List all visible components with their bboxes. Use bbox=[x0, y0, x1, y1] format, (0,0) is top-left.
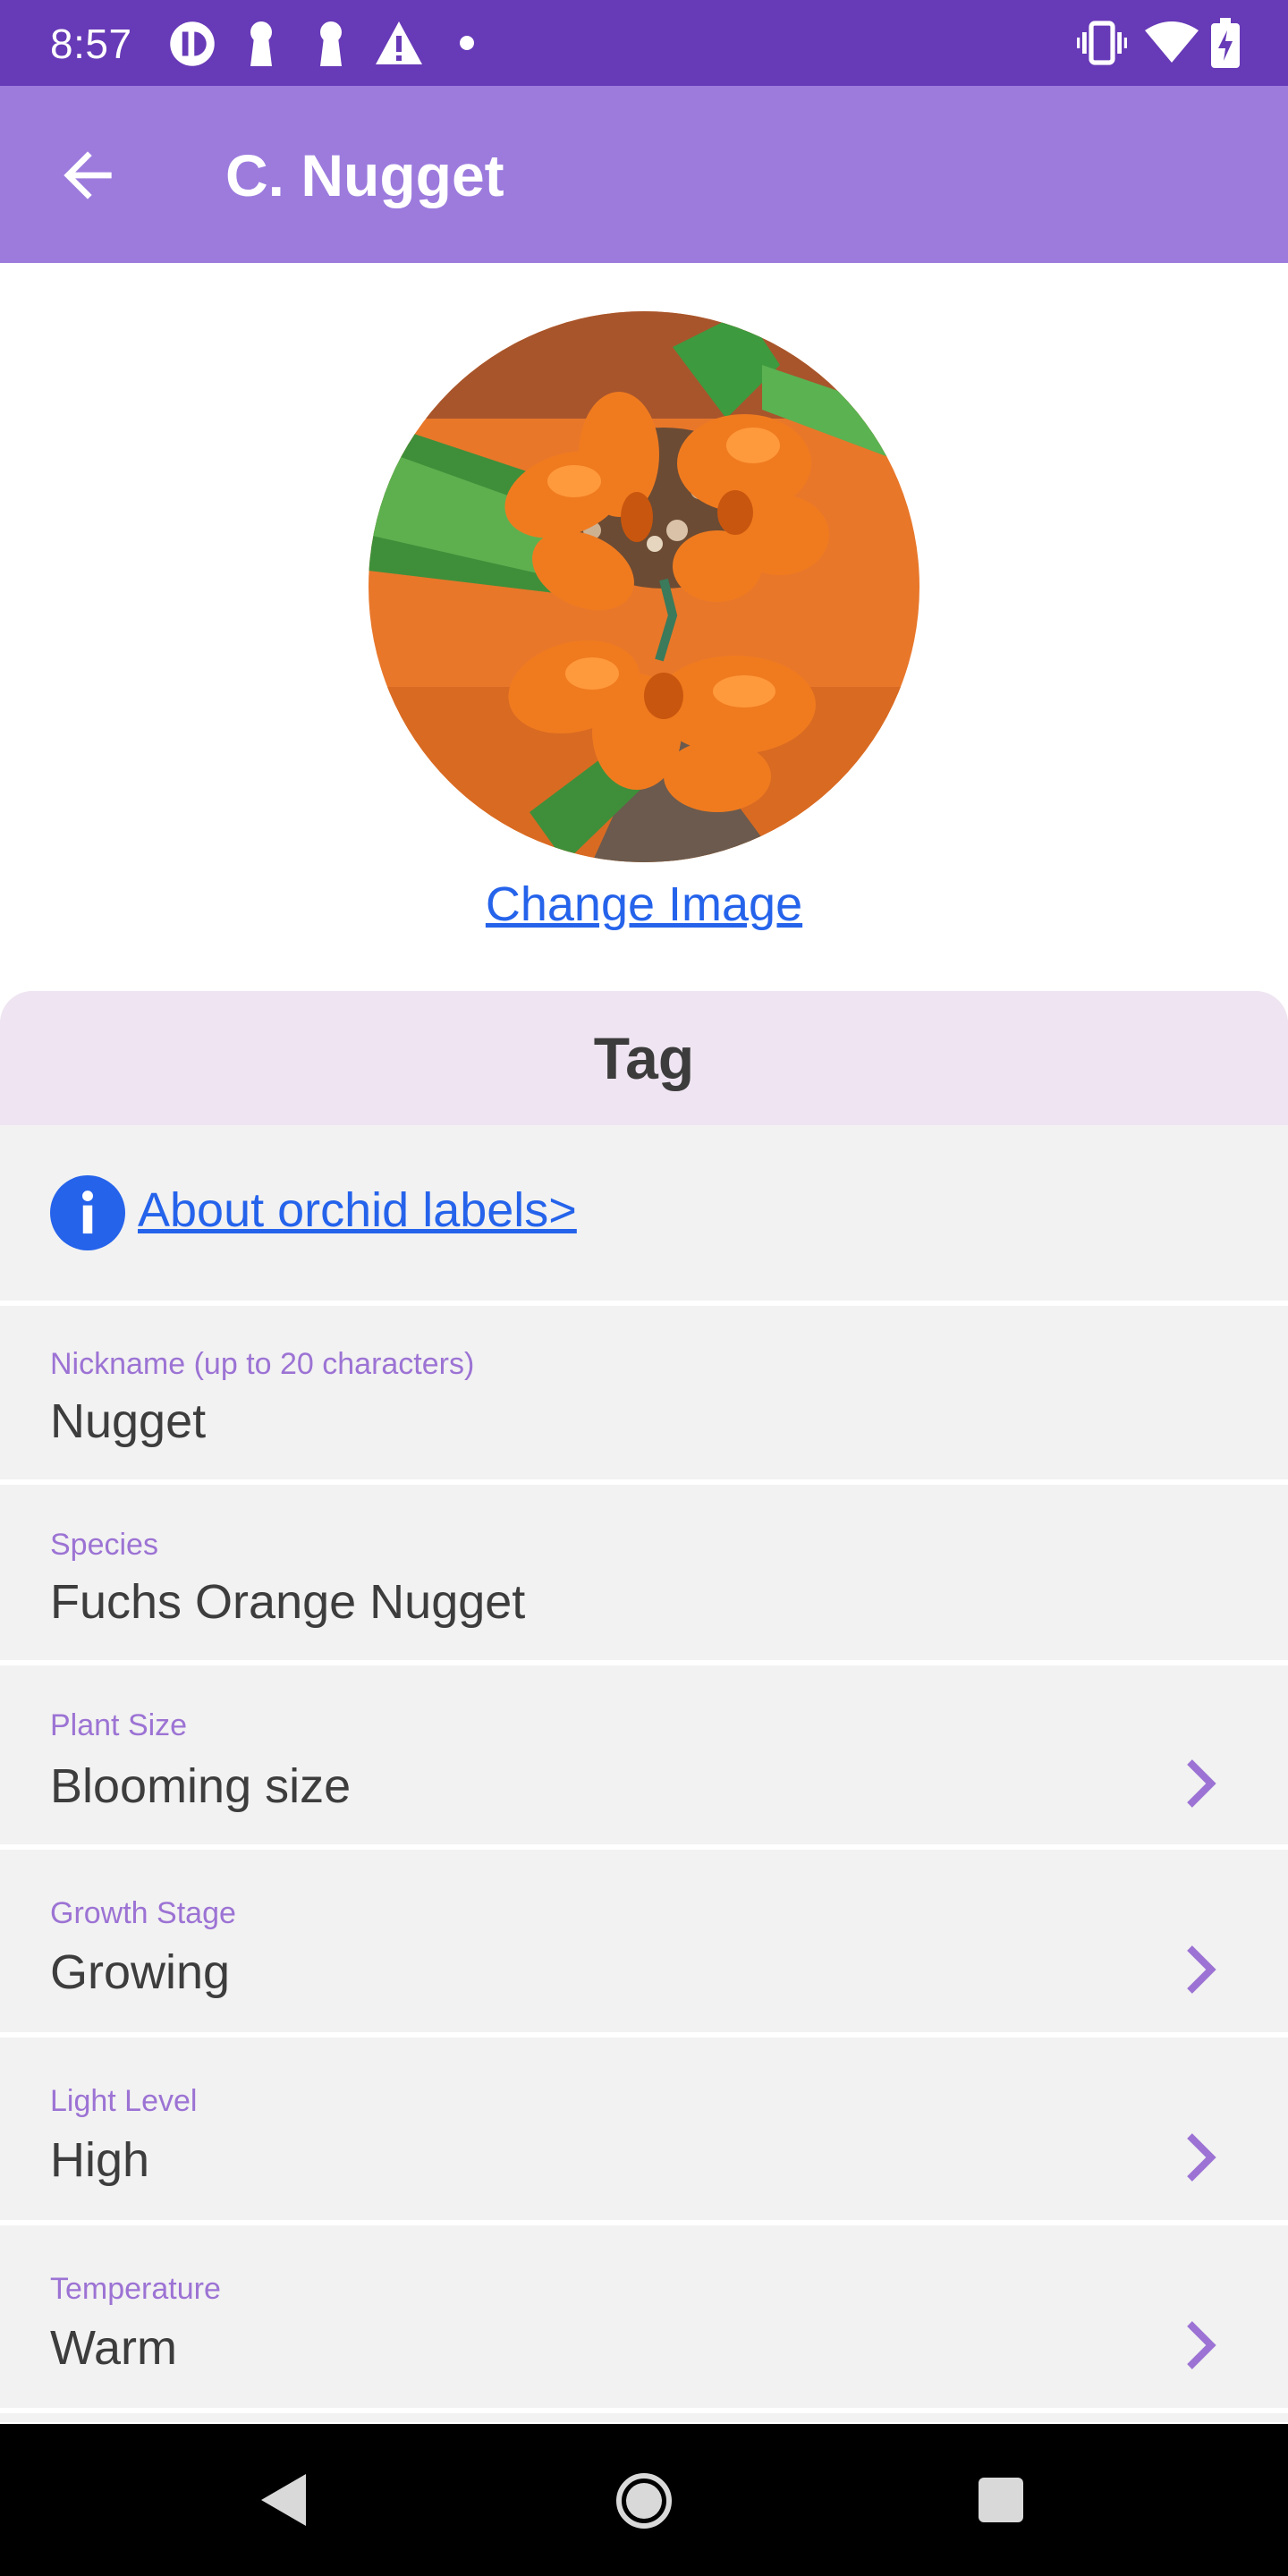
plant-size-value: Blooming size bbox=[50, 1759, 352, 1813]
status-time: 8:57 bbox=[50, 21, 132, 67]
growth-stage-field[interactable]: Growth Stage Growing bbox=[0, 1850, 1288, 2032]
chevron-right-icon[interactable] bbox=[1182, 1758, 1218, 1809]
tag-card: Tag About orchid labels> Nickname (up to… bbox=[0, 991, 1288, 2422]
field-label: Growth Stage bbox=[50, 1896, 236, 1930]
field-label: Light Level bbox=[50, 2084, 198, 2118]
arrow-back-icon[interactable] bbox=[52, 140, 123, 211]
chevron-right-icon[interactable] bbox=[1182, 2320, 1218, 2370]
nickname-field[interactable]: Nickname (up to 20 characters) Nugget bbox=[0, 1306, 1288, 1479]
navigation-bar bbox=[0, 2424, 1288, 2576]
info-icon[interactable] bbox=[50, 1175, 125, 1250]
battery-charging-icon bbox=[1211, 18, 1240, 68]
temperature-field[interactable]: Temperature Warm bbox=[0, 2225, 1288, 2408]
chevron-right-icon[interactable] bbox=[1182, 2132, 1218, 2182]
tag-card-header: Tag bbox=[0, 991, 1288, 1125]
app-bar: C. Nugget bbox=[0, 86, 1288, 263]
key-icon bbox=[320, 21, 342, 66]
app-notification-icon bbox=[170, 21, 215, 66]
home-nav-icon[interactable] bbox=[615, 2472, 673, 2529]
back-nav-icon[interactable] bbox=[259, 2472, 308, 2528]
vibrate-icon bbox=[1077, 21, 1127, 65]
key-icon bbox=[250, 21, 272, 66]
field-label: Nickname (up to 20 characters) bbox=[50, 1347, 475, 1381]
chevron-right-icon[interactable] bbox=[1182, 1945, 1218, 1995]
species-value[interactable]: Fuchs Orange Nugget bbox=[50, 1574, 525, 1630]
nickname-value[interactable]: Nugget bbox=[50, 1394, 206, 1449]
field-label: Species bbox=[50, 1528, 158, 1562]
page-title: C. Nugget bbox=[225, 142, 504, 208]
warning-icon bbox=[376, 21, 422, 64]
orchid-photo[interactable] bbox=[369, 311, 919, 862]
change-image-link[interactable]: Change Image bbox=[0, 877, 1288, 932]
light-level-field[interactable]: Light Level High bbox=[0, 2038, 1288, 2220]
status-bar: 8:57 bbox=[0, 0, 1288, 86]
dot-icon bbox=[460, 36, 474, 50]
growth-stage-value: Growing bbox=[50, 1945, 231, 1999]
about-orchid-labels-link[interactable]: About orchid labels> bbox=[138, 1182, 577, 1238]
divider bbox=[0, 2408, 1288, 2413]
species-field[interactable]: Species Fuchs Orange Nugget bbox=[0, 1485, 1288, 1660]
field-label: Temperature bbox=[50, 2272, 221, 2306]
field-label: Plant Size bbox=[50, 1708, 188, 1742]
orchid-image bbox=[369, 311, 919, 862]
recents-nav-icon[interactable] bbox=[977, 2476, 1025, 2524]
light-level-value: High bbox=[50, 2133, 150, 2187]
plant-size-field[interactable]: Plant Size Blooming size bbox=[0, 1665, 1288, 1844]
temperature-value: Warm bbox=[50, 2321, 177, 2375]
wifi-icon bbox=[1145, 21, 1199, 63]
